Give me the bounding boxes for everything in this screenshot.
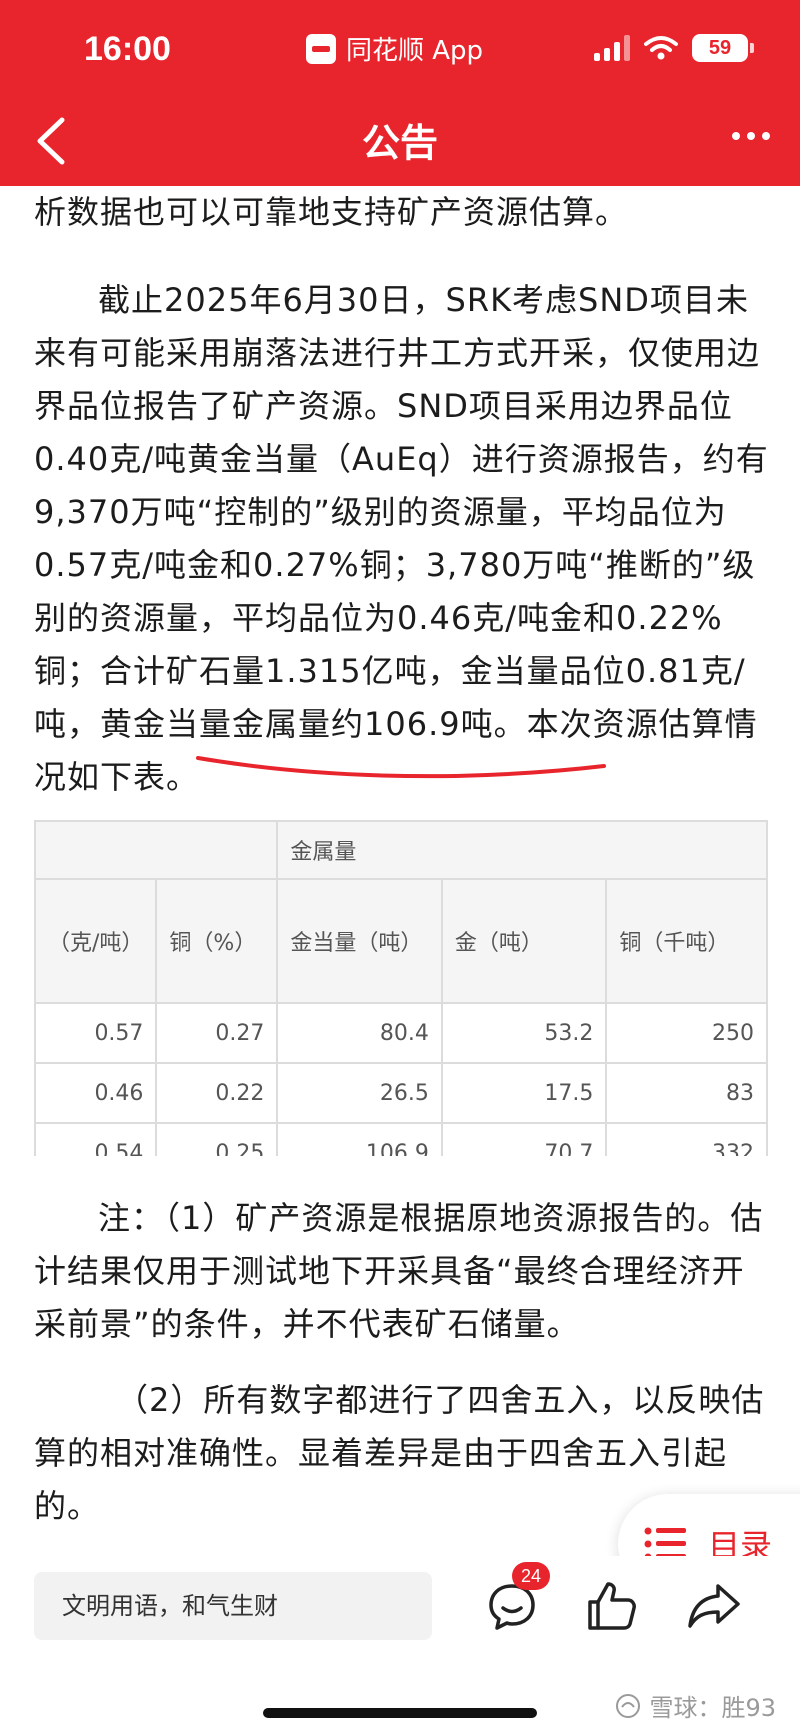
resource-table: 金属量 （克/吨） 铜（%） 金当量（吨） 金（吨） 铜（千吨） 0.57 0.…: [34, 820, 768, 1156]
header-bar: 16:00 同花顺 App 59 公告: [0, 0, 800, 186]
table-cell: 0.25: [155, 1122, 279, 1156]
grade-copper-header: 铜（%）: [155, 878, 279, 1004]
article-paragraph: 析数据也可以可靠地支持矿产资源估算。: [34, 193, 629, 231]
home-indicator[interactable]: [263, 1708, 537, 1718]
table-row: 0.54 0.25 106.9 70.7 332: [34, 1122, 768, 1156]
comment-count-badge: 24: [512, 1562, 550, 1590]
dot-icon: [732, 132, 740, 140]
cellular-signal-icon: [594, 35, 630, 61]
table-row: 0.57 0.27 80.4 53.2 250: [34, 1002, 768, 1064]
status-app-indicator[interactable]: 同花顺 App: [306, 30, 483, 67]
status-time: 16:00: [84, 30, 171, 68]
table-cell: 26.5: [276, 1062, 443, 1124]
article-paragraph: 截止2025年6月30日，SRK考虑SND项目未来有可能采用崩落法进行井工方式开…: [34, 274, 774, 804]
watermark-text: 雪球：胜93: [649, 1694, 776, 1722]
table-cell: 0.22: [155, 1062, 279, 1124]
gold-header: 金（吨）: [440, 878, 608, 1004]
thumbs-up-icon[interactable]: [584, 1578, 640, 1634]
wifi-icon: [644, 36, 678, 60]
more-options-button[interactable]: [732, 132, 770, 140]
battery-icon: 59: [692, 34, 754, 62]
table-cell: 70.7: [440, 1122, 608, 1156]
comment-input[interactable]: [34, 1572, 432, 1640]
red-underline-annotation: [196, 756, 606, 779]
status-app-name: 同花顺 App: [346, 36, 484, 66]
table-cell: 17.5: [440, 1062, 608, 1124]
table-cell: 83: [605, 1062, 768, 1124]
table-cell: 332: [605, 1122, 768, 1156]
bottom-action-bar: 24: [0, 1556, 800, 1656]
resource-table-container[interactable]: 金属量 （克/吨） 铜（%） 金当量（吨） 金（吨） 铜（千吨） 0.57 0.…: [34, 820, 768, 1156]
paragraph-text: 截止2025年6月30日，SRK考虑SND项目未来有可能采用崩落法进行井工方式开…: [34, 281, 769, 743]
metal-group-header: 金属量: [276, 820, 768, 880]
table-cell: 80.4: [276, 1002, 443, 1064]
table-row: 0.46 0.22 26.5 17.5 83: [34, 1062, 768, 1124]
article-content[interactable]: 析数据也可以可靠地支持矿产资源估算。 截止2025年6月30日，SRK考虑SND…: [0, 186, 800, 1556]
grade-gold-header: （克/吨）: [34, 878, 158, 1004]
status-icons: 59: [594, 34, 754, 62]
article-paragraph: 注：（1）矿产资源是根据原地资源报告的。估计结果仅用于测试地下开采具备“最终合理…: [34, 1199, 764, 1343]
watermark: 雪球：胜93: [615, 1688, 776, 1723]
copper-header: 铜（千吨）: [605, 878, 768, 1004]
gold-equivalent-header: 金当量（吨）: [276, 878, 443, 1004]
share-icon[interactable]: [686, 1578, 742, 1634]
table-cell: 0.54: [34, 1122, 158, 1156]
app-logo-icon: [306, 33, 336, 64]
table-cell: 0.27: [155, 1002, 279, 1064]
table-header-row: 金属量: [34, 820, 768, 880]
page-title: 公告: [361, 121, 438, 165]
table-header-row: （克/吨） 铜（%） 金当量（吨） 金（吨） 铜（千吨）: [34, 878, 768, 1004]
table-cell: 0.46: [34, 1062, 158, 1124]
dot-icon: [762, 132, 770, 140]
table-cell: 250: [605, 1002, 768, 1064]
highlighted-text: 黄金当量金属量约106.9吨: [100, 705, 494, 743]
snowball-logo-icon: [616, 1693, 641, 1718]
dot-icon: [747, 132, 755, 140]
table-cell: 53.2: [440, 1002, 608, 1064]
table-cell: 0.57: [34, 1002, 158, 1064]
table-cell: 106.9: [276, 1122, 443, 1156]
